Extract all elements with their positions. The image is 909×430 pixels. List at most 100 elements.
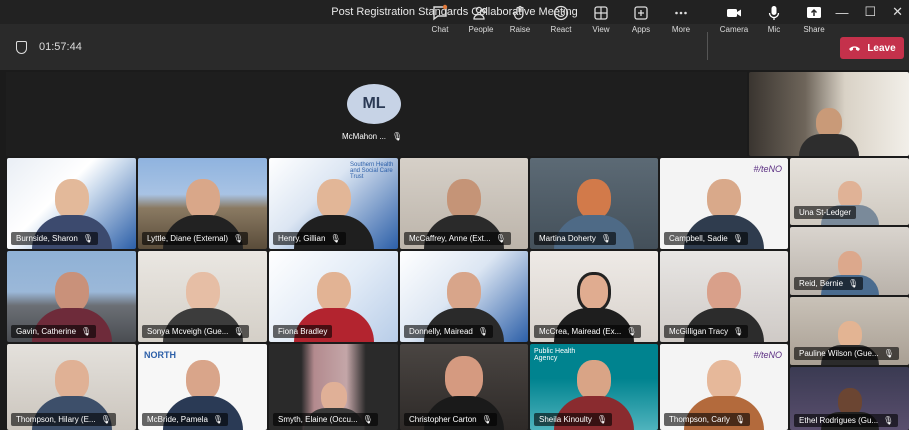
window-controls: — ☐ ✕ — [835, 0, 903, 24]
more-button[interactable]: More — [659, 4, 703, 44]
participant-tile[interactable]: McCrea, Mairead (Ex... 🎙︎ — [530, 251, 658, 342]
self-view-tile[interactable] — [749, 72, 909, 156]
people-label: People — [468, 25, 494, 34]
participant-tile[interactable]: Lyttle, Diane (External) 🎙︎ — [138, 158, 267, 249]
toolbar-divider — [707, 32, 708, 60]
participant-tile[interactable]: #/teNO Thompson, Carly 🎙︎ — [660, 344, 788, 430]
share-button[interactable]: Share — [792, 4, 836, 44]
participant-tile[interactable]: NORTH McBride, Pamela 🎙︎ — [138, 344, 267, 430]
hand-icon — [513, 5, 524, 20]
camera-icon — [727, 9, 741, 17]
mic-off-icon: 🎙︎ — [212, 415, 224, 424]
participant-label: Pauline Wilson (Gue... 🎙︎ — [794, 347, 899, 360]
grid-icon — [594, 6, 608, 20]
participant-name: Lyttle, Diane (External) — [147, 234, 229, 243]
participant-name: Thompson, Carly — [669, 415, 730, 424]
participant-name: Una St-Ledger — [799, 208, 852, 217]
react-label: React — [550, 25, 572, 34]
camera-button[interactable]: Camera — [712, 4, 756, 44]
mic-off-icon: 🎙︎ — [732, 234, 743, 243]
participant-tile[interactable]: Martina Doherty 🎙︎ — [530, 158, 658, 249]
view-label: View — [592, 25, 610, 34]
participant-tile[interactable]: Fiona Bradley — [269, 251, 398, 342]
participant-label: Smyth, Elaine (Occu... 🎙︎ — [273, 413, 378, 426]
maximize-button[interactable]: ☐ — [864, 4, 876, 20]
mic-button[interactable]: Mic — [752, 4, 796, 44]
smile-icon — [553, 5, 569, 21]
participant-tile[interactable]: Pauline Wilson (Gue... 🎙︎ — [790, 297, 909, 365]
shield-icon — [16, 40, 27, 54]
participant-name: Donnelly, Mairead — [409, 327, 473, 336]
participant-tile[interactable]: Gavin, Catherine 🎙︎ — [7, 251, 136, 342]
participant-tile[interactable]: Ethel Rodrigues (Gu... 🎙︎ — [790, 367, 909, 430]
camera-label: Camera — [719, 25, 749, 34]
avatar[interactable]: ML — [347, 84, 401, 124]
participant-label: Henry, Gillian 🎙︎ — [273, 232, 346, 245]
participant-label: McCrea, Mairead (Ex... 🎙︎ — [534, 325, 642, 338]
chat-button[interactable]: Chat — [418, 4, 462, 44]
participant-label: Campbell, Sadie 🎙︎ — [664, 232, 748, 245]
mic-off-icon: 🎙︎ — [100, 415, 111, 424]
plus-icon — [634, 6, 648, 20]
participant-tile[interactable]: Burnside, Sharon 🎙︎ — [7, 158, 136, 249]
participant-label: McBride, Pamela 🎙︎ — [142, 413, 229, 426]
hashtag-banner: #/teNO — [753, 350, 782, 360]
mic-off-icon: 🎙︎ — [330, 234, 341, 243]
chat-icon — [433, 4, 448, 21]
participant-tile[interactable]: #/teNO Campbell, Sadie 🎙︎ — [660, 158, 788, 249]
mic-off-icon: 🎙︎ — [848, 279, 859, 288]
close-button[interactable]: ✕ — [892, 4, 903, 20]
participant-label: Fiona Bradley — [273, 325, 333, 338]
participant-tile[interactable]: Christopher Carton 🎙︎ — [400, 344, 528, 430]
mic-off-icon: 🎙︎ — [734, 415, 746, 424]
people-button[interactable]: People — [459, 4, 503, 44]
participant-name: Henry, Gillian — [278, 234, 326, 243]
mic-off-icon: 🎙︎ — [733, 327, 744, 336]
participant-name: Campbell, Sadie — [669, 234, 728, 243]
leave-button[interactable]: Leave — [840, 37, 904, 59]
ellipsis-icon — [675, 11, 687, 15]
raise-hand-button[interactable]: Raise — [498, 4, 542, 44]
participant-tile[interactable]: Donnelly, Mairead 🎙︎ — [400, 251, 528, 342]
participant-tile[interactable]: Southern Health and Social Care Trust He… — [269, 158, 398, 249]
participant-label: Ethel Rodrigues (Gu... 🎙︎ — [794, 414, 899, 427]
participant-label: Lyttle, Diane (External) 🎙︎ — [142, 232, 249, 245]
mic-off-icon: 🎙︎ — [82, 234, 93, 243]
mic-off-icon: 🎙︎ — [600, 234, 612, 243]
participant-label: Christopher Carton 🎙︎ — [404, 413, 497, 426]
participant-tile[interactable]: Smyth, Elaine (Occu... 🎙︎ — [269, 344, 398, 430]
mic-off-icon: 🎙︎ — [233, 234, 244, 243]
mic-icon — [768, 6, 780, 20]
participant-label: Burnside, Sharon 🎙︎ — [11, 232, 98, 245]
leave-label: Leave — [867, 42, 896, 54]
mic-off-icon: 🎙︎ — [596, 415, 608, 424]
participant-tile[interactable]: Una St-Ledger — [790, 158, 909, 225]
apps-button[interactable]: Apps — [619, 4, 663, 44]
participant-name: Sonya Mcveigh (Gue... — [147, 327, 229, 336]
mic-off-icon: 🎙︎ — [495, 234, 506, 243]
view-button[interactable]: View — [579, 4, 623, 44]
participant-tile[interactable]: Public Health Agency Sheila Kinoulty 🎙︎ — [530, 344, 658, 430]
participant-name: Gavin, Catherine — [16, 327, 77, 336]
north-banner: NORTH — [144, 350, 176, 360]
share-label: Share — [803, 25, 825, 34]
participant-tile[interactable]: McGilligan Tracy 🎙︎ — [660, 251, 788, 342]
mic-off-icon: 🎙︎ — [477, 327, 489, 336]
participant-tile[interactable]: McCaffrey, Anne (Ext... 🎙︎ — [400, 158, 528, 249]
participant-tile[interactable]: Thompson, Hilary (E... 🎙︎ — [7, 344, 136, 430]
participant-name: Reid, Bernie — [799, 279, 844, 288]
avatar-name-text: McMahon ... — [342, 132, 387, 141]
participant-tile[interactable]: Reid, Bernie 🎙︎ — [790, 227, 909, 295]
participant-label: Donnelly, Mairead 🎙︎ — [404, 325, 494, 338]
react-button[interactable]: React — [539, 4, 583, 44]
participant-name: Christopher Carton — [409, 415, 477, 424]
share-icon — [807, 7, 821, 18]
participant-label: Una St-Ledger — [794, 206, 857, 219]
mic-label: Mic — [767, 25, 781, 34]
avatar-name: McMahon ... 🎙︎ — [342, 132, 402, 141]
participant-tile[interactable]: Sonya Mcveigh (Gue... 🎙︎ — [138, 251, 267, 342]
participant-name: McCaffrey, Anne (Ext... — [409, 234, 491, 243]
mic-off-icon: 🎙︎ — [626, 327, 637, 336]
minimize-button[interactable]: — — [835, 5, 848, 20]
participant-label: Gavin, Catherine 🎙︎ — [11, 325, 97, 338]
